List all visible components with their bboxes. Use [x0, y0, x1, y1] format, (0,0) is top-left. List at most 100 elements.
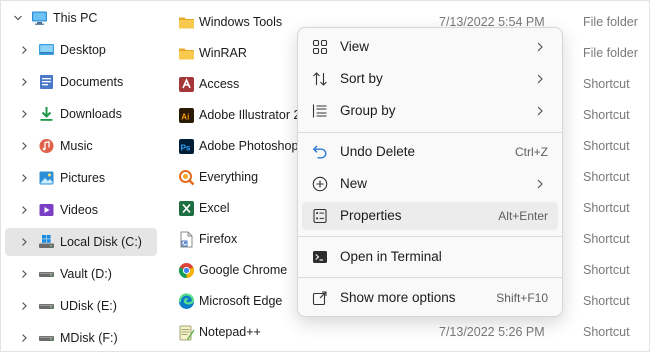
file-type: Shortcut: [583, 294, 630, 308]
desktop-icon: [39, 44, 54, 55]
everything-icon: [179, 170, 195, 186]
chevron-down-icon[interactable]: [13, 13, 23, 23]
drive-icon: [39, 272, 54, 277]
menu-item-group-by[interactable]: Group by: [302, 97, 558, 125]
menu-separator: [298, 236, 562, 237]
file-explorer-window: This PC Desktop Documents Downloads Musi…: [0, 0, 650, 352]
file-name: Microsoft Edge: [199, 294, 283, 308]
menu-item-properties[interactable]: Properties Alt+Enter: [302, 202, 558, 230]
svg-text:Ps: Ps: [181, 143, 191, 152]
menu-item-new[interactable]: New: [302, 170, 558, 198]
nav-label: MDisk (F:): [60, 331, 118, 345]
nav-label: UDisk (E:): [60, 299, 117, 313]
view-grid-icon: [312, 39, 328, 55]
access-icon: [179, 77, 194, 92]
documents-icon: [40, 75, 53, 89]
file-type: Shortcut: [583, 201, 630, 215]
nav-label: Documents: [60, 75, 124, 89]
notepadpp-icon: [179, 325, 195, 341]
menu-item-label: Sort by: [340, 71, 383, 86]
file-name: WinRAR: [199, 46, 247, 60]
file-type: Shortcut: [583, 170, 630, 184]
chevron-right-icon: [537, 179, 543, 189]
file-type: Shortcut: [583, 232, 630, 246]
windows-drive-icon: [39, 235, 54, 248]
chevron-right-icon: [537, 42, 543, 52]
nav-item-documents[interactable]: Documents: [5, 68, 157, 96]
menu-item-shortcut: Shift+F10: [496, 291, 548, 305]
drive-icon: [39, 304, 54, 309]
menu-item-label: Group by: [340, 103, 396, 118]
nav-item-videos[interactable]: Videos: [5, 196, 157, 224]
menu-item-label: Show more options: [340, 290, 456, 305]
menu-item-sort-by[interactable]: Sort by: [302, 65, 558, 93]
file-name: Access: [199, 77, 240, 91]
chevron-right-icon[interactable]: [19, 141, 29, 151]
menu-item-open-in-terminal[interactable]: Open in Terminal: [302, 243, 558, 271]
download-icon: [40, 107, 53, 121]
file-type: Shortcut: [583, 325, 630, 339]
nav-item-downloads[interactable]: Downloads: [5, 100, 157, 128]
folder-icon: [179, 17, 194, 29]
nav-item-vault-d[interactable]: Vault (D:): [5, 260, 157, 288]
chevron-right-icon[interactable]: [19, 301, 29, 311]
file-type: Shortcut: [583, 77, 630, 91]
chevron-right-icon[interactable]: [19, 333, 29, 343]
nav-label: Pictures: [60, 171, 106, 185]
file-date: 7/13/2022 5:26 PM: [439, 325, 545, 339]
chevron-right-icon[interactable]: [19, 77, 29, 87]
file-type: Shortcut: [583, 139, 630, 153]
photoshop-icon: Ps: [179, 139, 194, 154]
menu-item-show-more-options[interactable]: Show more options Shift+F10: [302, 284, 558, 312]
properties-icon: [313, 208, 327, 224]
chevron-right-icon: [537, 74, 543, 84]
file-name: Adobe Photoshop: [199, 139, 299, 153]
nav-item-local-disk-c[interactable]: Local Disk (C:): [5, 228, 157, 256]
chevron-right-icon[interactable]: [19, 45, 29, 55]
navigation-pane: This PC Desktop Documents Downloads Musi…: [1, 1, 161, 351]
menu-item-undo-delete[interactable]: Undo Delete Ctrl+Z: [302, 138, 558, 166]
svg-text:Ai: Ai: [181, 112, 189, 121]
nav-item-udisk-e[interactable]: UDisk (E:): [5, 292, 157, 320]
drive-icon: [39, 336, 54, 341]
context-menu: View Sort by Group by Undo Delete Ctrl+Z…: [297, 27, 563, 317]
menu-item-label: Undo Delete: [340, 144, 416, 159]
chevron-right-icon: [537, 106, 543, 116]
nav-label: Local Disk (C:): [60, 235, 142, 249]
shortcut-file-icon: [180, 231, 193, 248]
menu-item-shortcut: Alt+Enter: [498, 209, 548, 223]
undo-icon: [312, 145, 327, 159]
nav-label: Vault (D:): [60, 267, 112, 281]
nav-item-desktop[interactable]: Desktop: [5, 36, 157, 64]
new-plus-icon: [312, 176, 328, 192]
file-name: Notepad++: [199, 325, 261, 339]
file-name: Adobe Illustrator 2: [199, 108, 301, 122]
chevron-right-icon[interactable]: [19, 173, 29, 183]
excel-icon: [179, 201, 194, 216]
monitor-icon: [32, 11, 47, 25]
menu-separator: [298, 132, 562, 133]
menu-item-label: New: [340, 176, 368, 191]
more-options-icon: [312, 291, 327, 306]
nav-item-pictures[interactable]: Pictures: [5, 164, 157, 192]
nav-item-this-pc[interactable]: This PC: [5, 4, 157, 32]
sort-icon: [313, 72, 327, 86]
file-name: Windows Tools: [199, 15, 283, 29]
videos-icon: [39, 204, 54, 216]
nav-label: Music: [60, 139, 93, 153]
file-type: Shortcut: [583, 108, 630, 122]
chevron-right-icon[interactable]: [19, 205, 29, 215]
chevron-right-icon[interactable]: [19, 109, 29, 119]
menu-separator: [298, 277, 562, 278]
nav-item-mdisk-f[interactable]: MDisk (F:): [5, 324, 157, 351]
file-row[interactable]: Notepad++ 7/13/2022 5:26 PM Shortcut: [161, 317, 649, 348]
edge-icon: [178, 293, 195, 309]
chevron-right-icon[interactable]: [19, 269, 29, 279]
file-type: Shortcut: [583, 263, 630, 277]
file-type: File folder: [583, 15, 638, 29]
chrome-icon: [178, 263, 195, 279]
menu-item-view[interactable]: View: [302, 33, 558, 61]
nav-item-music[interactable]: Music: [5, 132, 157, 160]
chevron-right-icon[interactable]: [19, 237, 29, 247]
music-icon: [39, 139, 54, 153]
